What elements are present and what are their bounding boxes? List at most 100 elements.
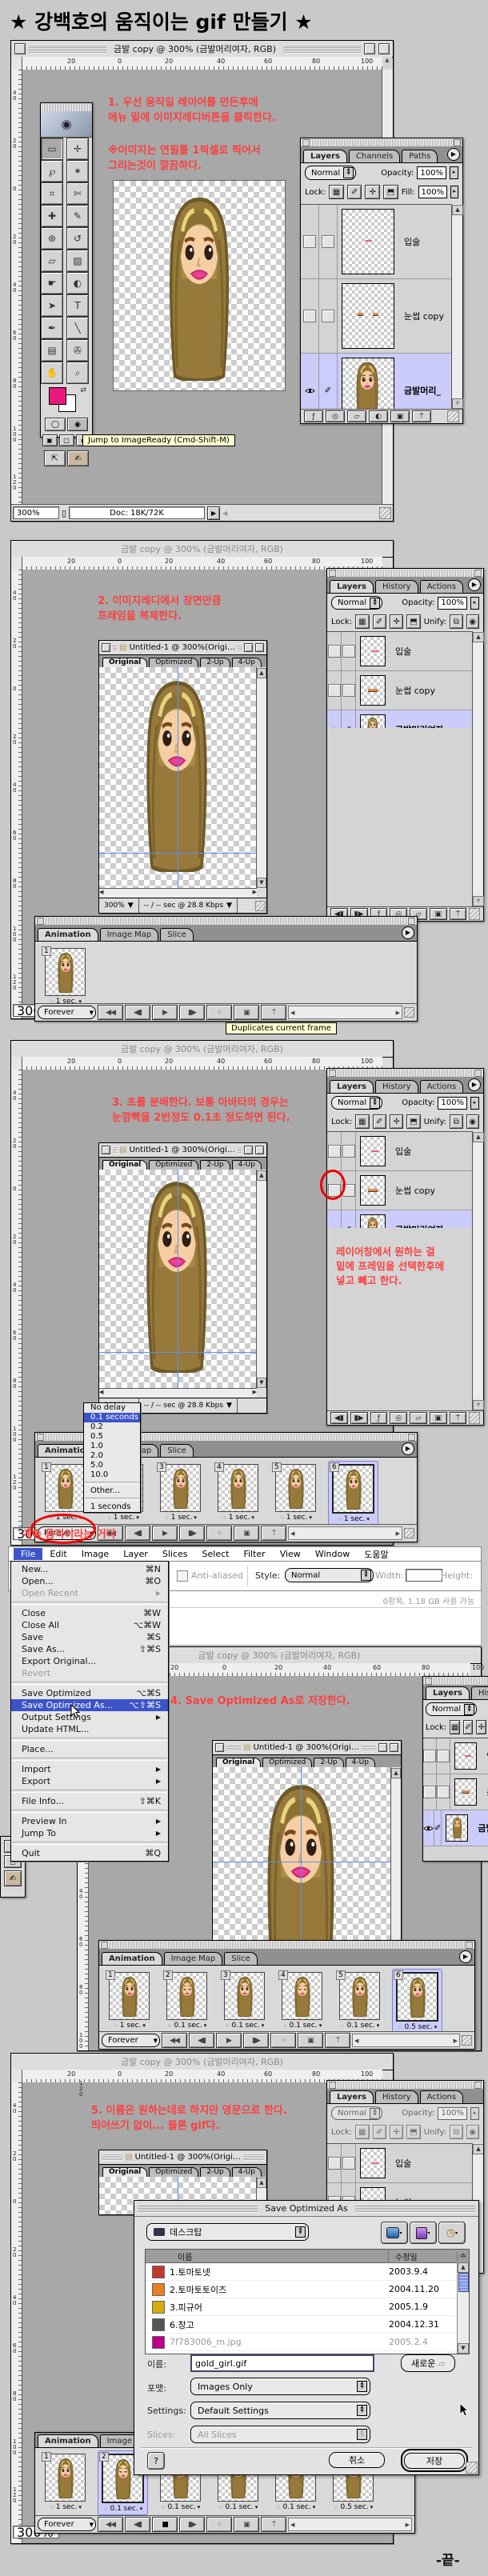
hand-tool-icon[interactable]: ✋ xyxy=(41,362,63,384)
rect-marquee-tool-icon[interactable]: ▭ xyxy=(41,138,63,160)
new-layer-icon[interactable]: ▣ xyxy=(390,410,410,422)
layer-row-눈썹 copy[interactable]: 눈썹 copy xyxy=(301,279,452,354)
swap-colors-icon[interactable]: ⇄ xyxy=(80,386,86,394)
resize-grip[interactable] xyxy=(404,1007,414,1018)
delete-frame-icon[interactable]: ⍑ xyxy=(261,1005,286,1020)
adjustment-layer-icon[interactable]: ◐ xyxy=(369,410,388,422)
file-row[interactable]: 7f783006_m.jpg2005.2.4 xyxy=(146,2334,469,2351)
menubar-item-view[interactable]: View xyxy=(273,1548,308,1560)
tab-2-up[interactable]: 2-Up xyxy=(314,1758,343,1767)
gradient-tool-icon[interactable]: ▨ xyxy=(66,250,89,272)
frame-delay-value[interactable]: 0.1 sec. xyxy=(282,2503,310,2511)
sort-icon[interactable]: ≐ xyxy=(457,2252,469,2261)
layer-thumbnail[interactable] xyxy=(454,1742,477,1770)
blend-mode-select[interactable]: Normal▲▼ xyxy=(426,1702,477,1716)
palette-menu-icon[interactable]: ▶ xyxy=(468,1078,481,1091)
menu-item-open-recent[interactable]: Open Recent▶ xyxy=(11,1587,168,1599)
clone-stamp-tool-icon[interactable]: ⊛ xyxy=(41,227,63,250)
menu-item-new[interactable]: New...⌘N xyxy=(11,1563,168,1575)
lock-all-icon[interactable]: ⬒ xyxy=(383,185,398,199)
collapse-box-icon[interactable] xyxy=(255,1146,264,1154)
settings-select[interactable]: Default Settings▲▼ xyxy=(190,2402,370,2419)
collapse-box-icon[interactable] xyxy=(255,643,264,652)
frame-delay-value[interactable]: 1 sec. xyxy=(56,2503,78,2511)
tab-channels[interactable]: Channels xyxy=(349,150,400,162)
palette-drag-bar[interactable] xyxy=(328,570,482,577)
zoom-box-icon[interactable] xyxy=(244,1146,253,1154)
link-checkbox[interactable] xyxy=(342,684,355,697)
tween-icon[interactable]: ⁘ xyxy=(206,1005,232,1020)
smudge-tool-icon[interactable]: ☛ xyxy=(41,272,63,294)
tab-animation[interactable]: Animation xyxy=(38,928,98,941)
menubar-item-edit[interactable]: Edit xyxy=(42,1548,74,1560)
link-checkbox[interactable] xyxy=(322,235,334,248)
zoom-box-icon[interactable] xyxy=(364,43,375,54)
resize-grip[interactable] xyxy=(469,908,480,920)
line-tool-icon[interactable]: ╲ xyxy=(66,317,89,339)
menu-item-save-optimized-as[interactable]: Save Optimized As...⌥⇧⌘S xyxy=(11,1699,168,1711)
first-frame-icon[interactable]: ◀◀ xyxy=(98,2517,123,2532)
palette-drag-bar[interactable] xyxy=(36,918,416,925)
frame-delay-select[interactable]: ⁘0.1 sec.▾ xyxy=(158,2503,203,2511)
tab-original[interactable]: Original xyxy=(216,1758,261,1767)
frame-delay-select[interactable]: ⁘1 sec.▾ xyxy=(330,1515,376,1523)
pen-tool-icon[interactable]: ✒ xyxy=(41,317,63,339)
scroll-down-icon[interactable]: ▼ xyxy=(473,896,484,906)
lock-pixels-icon[interactable]: ✐ xyxy=(347,185,362,199)
duplicate-frame-icon[interactable]: ▣ xyxy=(234,1526,259,1541)
style-select[interactable]: Normal▲▼ xyxy=(285,1568,374,1582)
animation-frame-1[interactable]: 1⁘1 sec.▾ xyxy=(41,946,90,1007)
menu-item-revert[interactable]: Revert xyxy=(11,1667,168,1679)
menu-item-close[interactable]: Close⌘W xyxy=(11,1607,168,1619)
tab-optimized[interactable]: Optimized xyxy=(262,1758,312,1767)
menu-item-save-as[interactable]: Save As...⇧⌘S xyxy=(11,1643,168,1655)
layer-thumbnail[interactable] xyxy=(360,1136,386,1166)
delay-option-5.0[interactable]: 5.0 xyxy=(84,1461,140,1470)
play-icon[interactable]: ▶ xyxy=(216,2033,242,2048)
zoom-level[interactable]: 300% xyxy=(13,506,59,519)
favorites-button[interactable]: ▾ xyxy=(410,2222,437,2244)
layer-row-눈썹 copy[interactable]: 눈썹 copy xyxy=(327,1171,473,1210)
layer-row-금발머리여자[interactable]: ✐금발머리여자 xyxy=(327,710,473,729)
new-layer-icon[interactable]: ▣ xyxy=(430,908,447,920)
animation-frame-1[interactable]: 1⁘1 sec.▾ xyxy=(41,2451,90,2513)
tab-layers[interactable]: Layers xyxy=(330,1080,374,1093)
link-checkbox[interactable] xyxy=(437,1786,450,1798)
layer-thumbnail[interactable] xyxy=(360,2148,386,2178)
blend-mode-select[interactable]: Normal▲▼ xyxy=(305,166,356,180)
palette-menu-icon[interactable]: ▶ xyxy=(402,926,414,939)
layer-set-icon[interactable]: ▱ xyxy=(347,410,366,422)
frame-delay-value[interactable]: 0.5 sec. xyxy=(340,2503,368,2511)
layer-row-금발머리여자[interactable]: ✐금발머리여자 xyxy=(327,1210,473,1229)
play-icon[interactable]: ▶ xyxy=(152,1526,178,1541)
layer-row-입술[interactable]: 입술 xyxy=(423,1738,488,1774)
tab-4-up[interactable]: 4-Up xyxy=(232,658,262,667)
link-checkbox[interactable] xyxy=(437,1750,450,1762)
lock-position-icon[interactable]: ✛ xyxy=(365,185,380,199)
palette-scrollbar[interactable]: ▲ ▼ xyxy=(451,204,462,410)
layer-style-icon[interactable]: ƒ xyxy=(304,410,323,422)
layer-row-눈썹 copy[interactable]: 눈썹 copy xyxy=(327,671,473,710)
play-icon[interactable]: ▶ xyxy=(152,1005,178,1020)
layer-name[interactable]: 입술 xyxy=(395,645,411,658)
menu-item-save[interactable]: Save⌘S xyxy=(11,1631,168,1643)
document-titlebar[interactable]: ▤ Untitled-1 @ 300%(Origi… xyxy=(99,641,266,655)
save-button[interactable]: 저장 xyxy=(404,2453,465,2469)
layer-mask-icon[interactable]: ◎ xyxy=(326,410,345,422)
tween-icon[interactable]: ⁘ xyxy=(270,2033,296,2048)
next-frame-icon[interactable]: ▮▶ xyxy=(179,1005,205,1020)
layer-thumbnail[interactable] xyxy=(446,1814,468,1842)
blend-mode-select[interactable]: Normal▲▼ xyxy=(331,1096,382,1110)
palette-menu-icon[interactable]: ▶ xyxy=(447,148,460,161)
prev-frame-icon[interactable]: ◀▮ xyxy=(125,1005,150,1020)
foreground-color-swatch[interactable] xyxy=(49,387,66,405)
tab-actions[interactable]: Actions xyxy=(420,2090,464,2103)
tab-animation[interactable]: Animation xyxy=(38,2434,98,2447)
menu-item-place[interactable]: Place... xyxy=(11,1743,168,1755)
layer-name[interactable]: 입술 xyxy=(395,2157,411,2170)
animation-frame-3[interactable]: 3⁘0.1 sec.▾ xyxy=(220,1970,269,2031)
tab-history[interactable]: History xyxy=(375,580,418,593)
new-folder-button[interactable]: 새로운 ▱ xyxy=(401,2354,455,2372)
layer-name[interactable]: 눈썹 copy xyxy=(395,684,435,697)
unify-visibility-icon[interactable]: ◉ xyxy=(466,614,479,629)
